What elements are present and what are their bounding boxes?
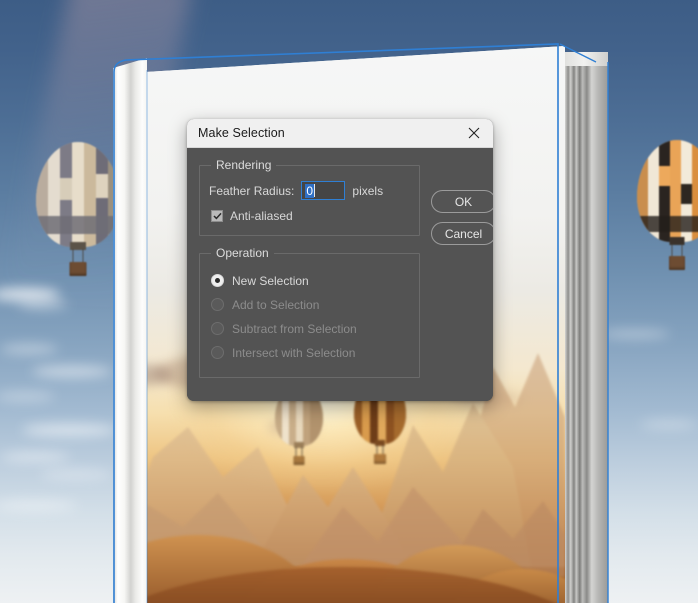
rendering-group-legend: Rendering [216, 158, 272, 172]
operation-option-add-to-selection: Add to Selection [211, 295, 410, 314]
cloud [18, 300, 68, 309]
balloon-basket [293, 456, 305, 465]
feather-radius-label: Feather Radius: [209, 183, 295, 198]
dialog-button-column: OK Cancel [431, 158, 493, 388]
cloud [640, 420, 698, 429]
feather-radius-input[interactable]: 0 [301, 181, 346, 200]
balloon-band [36, 216, 120, 234]
radio-add-to-selection [211, 298, 224, 311]
feather-radius-value: 0 [305, 183, 315, 198]
dialog-body: Rendering Feather Radius: 0 pixels Anti-… [187, 148, 493, 401]
dialog-titlebar[interactable]: Make Selection [187, 119, 493, 148]
rendering-group: Rendering Feather Radius: 0 pixels Anti-… [199, 158, 420, 236]
operation-option-subtract-from-selection: Subtract from Selection [211, 319, 410, 338]
balloon-basket [69, 262, 87, 276]
cancel-button[interactable]: Cancel [431, 222, 493, 245]
balloon-left [36, 142, 120, 276]
cloud [600, 330, 670, 338]
text-caret [314, 184, 316, 197]
radio-new-selection[interactable] [211, 274, 224, 287]
cloud [32, 366, 112, 377]
balloon-band [681, 184, 692, 204]
radio-dot [215, 278, 220, 283]
close-icon[interactable] [455, 119, 493, 147]
radio-intersect-with-selection [211, 346, 224, 359]
balloon-band [96, 174, 108, 198]
operation-label-intersect-with-selection: Intersect with Selection [232, 345, 356, 360]
balloon-basket [669, 256, 685, 270]
operation-option-new-selection[interactable]: New Selection [211, 271, 410, 290]
operation-label-new-selection: New Selection [232, 273, 309, 288]
cloud [40, 470, 112, 479]
balloon-rope [72, 249, 74, 263]
balloon-rope [82, 249, 84, 263]
checkmark-icon [212, 212, 222, 220]
feather-radius-units: pixels [352, 183, 384, 198]
make-selection-dialog: Make Selection Rendering Feather Radius:… [187, 119, 493, 401]
operation-group: Operation New Selection Add to Selection… [199, 246, 420, 378]
operation-group-legend: Operation [216, 246, 269, 260]
balloon-band [659, 166, 670, 186]
ok-button[interactable]: OK [431, 190, 493, 213]
balloon-band [60, 178, 72, 200]
photoshop-canvas: Make Selection Rendering Feather Radius:… [0, 0, 698, 603]
book-gutter [113, 58, 147, 603]
operation-label-add-to-selection: Add to Selection [232, 297, 320, 312]
cloud [22, 424, 117, 436]
anti-aliased-row[interactable]: Anti-aliased [211, 209, 410, 223]
feather-radius-row: Feather Radius: 0 pixels [209, 181, 410, 200]
balloon-basket [374, 454, 386, 464]
cloud [0, 344, 58, 354]
dialog-left-column: Rendering Feather Radius: 0 pixels Anti-… [199, 158, 420, 388]
book-page-stack-top-edge [560, 52, 608, 66]
anti-aliased-label: Anti-aliased [230, 209, 293, 223]
book-page-stack [560, 55, 608, 603]
balloon-band [637, 216, 698, 232]
operation-label-subtract-from-selection: Subtract from Selection [232, 321, 357, 336]
operation-option-intersect-with-selection: Intersect with Selection [211, 343, 410, 362]
radio-subtract-from-selection [211, 322, 224, 335]
dialog-title: Make Selection [198, 126, 285, 140]
anti-aliased-checkbox[interactable] [211, 210, 223, 222]
cloud [0, 452, 70, 462]
balloon-right [637, 140, 698, 270]
